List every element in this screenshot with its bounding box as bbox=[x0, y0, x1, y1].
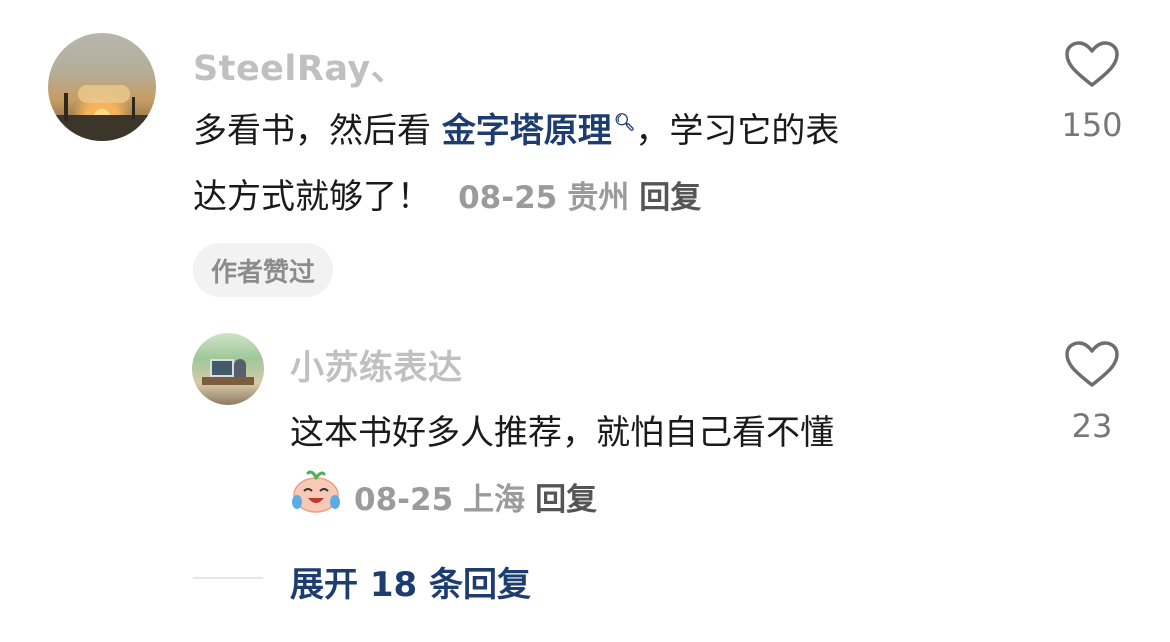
reply-date: 08-25 bbox=[354, 482, 454, 518]
reply-meta: 08-25 上海 回复 bbox=[354, 474, 607, 519]
author-liked-badge: 作者赞过 bbox=[193, 243, 334, 297]
divider bbox=[193, 577, 263, 579]
comment-location: 贵州 bbox=[567, 180, 630, 216]
avatar-image-screen bbox=[210, 359, 234, 377]
avatar[interactable] bbox=[48, 33, 156, 141]
keyword-search-link[interactable]: 金字塔原理 🔍︎ bbox=[442, 111, 636, 151]
avatar-image-person bbox=[234, 359, 246, 379]
comment-username[interactable]: SteelRay、 bbox=[193, 40, 406, 91]
reply-button[interactable]: 回复 bbox=[639, 180, 701, 216]
keyword-search-link-text[interactable]: 金字塔原理 bbox=[442, 111, 612, 151]
avatar[interactable] bbox=[192, 333, 264, 405]
heart-outline-icon[interactable] bbox=[1064, 340, 1120, 390]
reply-username[interactable]: 小苏练表达 bbox=[290, 340, 463, 389]
comment-text: ，学习它的表 bbox=[635, 111, 840, 151]
like-button[interactable] bbox=[1064, 340, 1120, 390]
expand-replies-button[interactable]: 展开 18 条回复 bbox=[290, 557, 531, 606]
reply-button[interactable]: 回复 bbox=[535, 482, 597, 518]
comment-text: 多看书，然后看 bbox=[193, 111, 431, 151]
like-button[interactable] bbox=[1064, 40, 1120, 90]
comment-line2: 达方式就够了！ 08-25 贵州 回复 bbox=[193, 169, 711, 218]
reply-location: 上海 bbox=[463, 482, 526, 518]
comment-meta: 08-25 贵州 回复 bbox=[458, 180, 711, 216]
laughing-crying-emoji-icon bbox=[290, 468, 342, 514]
heart-outline-icon[interactable] bbox=[1064, 40, 1120, 90]
comment-text-line1: 多看书，然后看 金字塔原理 🔍︎，学习它的表 bbox=[193, 103, 839, 152]
avatar-image-tree bbox=[64, 93, 68, 121]
reply-text: 这本书好多人推荐，就怕自己看不懂 bbox=[290, 413, 834, 453]
comment-text: 达方式就够了！ bbox=[193, 177, 431, 217]
avatar-image-tree bbox=[132, 97, 135, 119]
search-icon: 🔍︎ bbox=[613, 113, 636, 133]
comment-date: 08-25 bbox=[458, 180, 558, 216]
avatar-image-desk bbox=[202, 377, 254, 385]
like-count: 150 bbox=[1061, 106, 1123, 144]
avatar-image-cloud bbox=[78, 85, 130, 103]
like-count: 23 bbox=[1071, 407, 1113, 445]
